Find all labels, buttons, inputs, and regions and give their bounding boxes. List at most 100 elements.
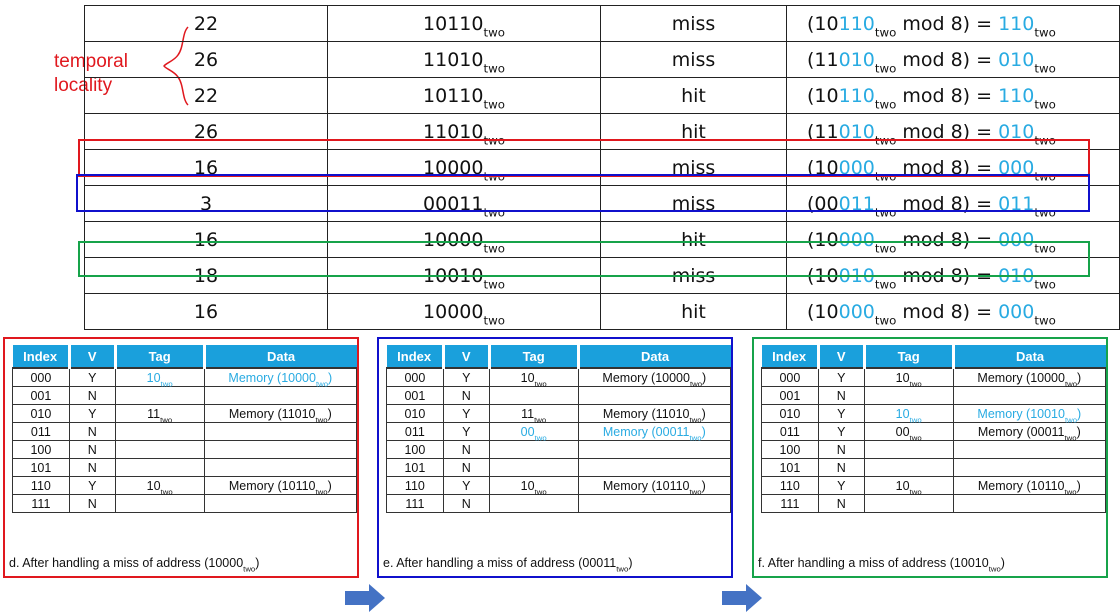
panel-caption: e. After handling a miss of address (000… [383,556,632,573]
subscript-two: two [874,276,897,291]
binary-value: 10110 [423,84,484,107]
index-cell: 111 [386,494,444,513]
cache-row: 101 N [386,458,732,477]
data-cell [952,386,1107,405]
data-cell [577,440,732,459]
cache-row: 011 N [12,422,358,441]
mod-expression: mod 8) = [896,300,999,323]
tag-cell [114,458,205,477]
index-cell: 000 [386,367,444,387]
data-cell [577,494,732,513]
valid-cell: N [817,440,865,459]
subscript-two: two [689,414,702,424]
subscript-two: two [909,432,922,442]
subscript-two: two [315,378,329,388]
tag-value: 10 [146,478,161,493]
index-cell: 101 [386,458,444,477]
valid-cell: N [68,458,116,477]
column-header: V [69,345,117,368]
column-header: V [443,345,491,368]
row-highlight-16-miss [78,139,1090,177]
index-cell: 010 [12,404,70,423]
index-cell: 100 [386,440,444,459]
cache-row: 001 N [12,386,358,405]
valid-cell: Y [817,367,865,387]
subscript-two: two [534,378,547,388]
valid-cell: Y [442,476,490,495]
index-cell: 000 [12,367,70,387]
tag-cell: 10two [863,367,954,387]
cache-row: 100 N [12,440,358,459]
cache-index: 110 [998,84,1035,107]
tag-cell: 10two [863,476,954,495]
tag-bits: 10 [814,300,839,323]
data-value: Memory (10110 [977,478,1065,493]
valid-cell: Y [68,404,116,423]
subscript-two: two [1064,432,1077,442]
subscript-two: two [534,486,547,496]
subscript-two: two [160,414,173,424]
hit-or-miss: miss [600,41,787,78]
valid-cell: N [442,494,490,513]
panel-caption: d. After handling a miss of address (100… [9,556,259,573]
data-value: Memory (10110 [228,478,316,493]
cache-row: 001 N [386,386,732,405]
cache-row: 000 Y 10two Memory (10000two) [761,367,1107,388]
valid-cell: Y [442,404,490,423]
subscript-two: two [534,414,547,424]
data-value: Memory (00011 [977,424,1065,439]
data-cell [577,386,732,405]
cache-row: 100 N [386,440,732,459]
data-cell: Memory (10000two) [577,367,732,387]
access-row: 22 10110two miss (10110two mod 8) = 110two [84,5,1120,42]
column-header: Tag [864,345,955,368]
hit-or-miss: hit [600,77,787,114]
valid-cell: N [817,386,865,405]
data-cell: Memory (00011two) [577,422,732,441]
valid-cell: Y [442,422,490,441]
access-row: 26 11010two miss (11010two mod 8) = 010two [84,41,1120,78]
tag-cell [863,440,954,459]
access-row: 16 10000two hit (10000two mod 8) = 000two [84,293,1120,330]
decimal-address: 26 [84,41,328,78]
tag-value: 10 [520,370,535,385]
cache-row: 011 Y 00two Memory (00011two) [761,422,1107,442]
mod-expression: mod 8) = [896,12,999,35]
subscript-two: two [1034,312,1056,327]
tag-value: 10 [146,370,161,385]
index-calculation: (11010two mod 8) = 010two [786,41,1120,78]
tag-value: 10 [520,478,535,493]
access-row: 22 10110two hit (10110two mod 8) = 110two [84,77,1120,114]
cache-row: 101 N [12,458,358,477]
valid-cell: Y [68,476,116,495]
cache-state-panel-d: Index V Tag Data 000 Y 10two Memory (10000two) 0… [3,337,359,578]
index-cell: 000 [761,367,819,387]
column-header: Data [953,345,1106,368]
tag-value: 10 [895,406,910,421]
data-value: Memory (11010 [228,406,316,421]
column-header: Data [578,345,731,368]
caption-text: f. After handling a miss of address (100… [758,556,989,570]
subscript-two: two [874,60,897,75]
mod-expression: mod 8) = [896,48,999,71]
hit-or-miss: hit [600,293,787,330]
data-value: Memory (10000 [228,370,316,385]
valid-cell: N [68,386,116,405]
hit-or-miss: miss [600,5,787,42]
cache-header-row: Index V Tag Data [12,345,357,368]
subscript-two: two [1064,378,1078,388]
valid-cell: N [442,386,490,405]
index-cell: 001 [386,386,444,405]
index-bits: 110 [838,84,875,107]
valid-cell: N [68,422,116,441]
tag-bits: 11 [814,48,839,71]
cache-row: 111 N [761,494,1107,513]
index-cell: 110 [12,476,70,495]
tag-cell [114,386,205,405]
index-cell: 110 [761,476,819,495]
cache-state-panel-e: Index V Tag Data 000 Y 10two Memory (10000two) 0… [377,337,733,578]
cache-row: 110 Y 10two Memory (10110two) [12,476,358,495]
column-header: Tag [489,345,580,368]
valid-cell: N [68,440,116,459]
data-cell: Memory (11010two) [203,404,358,423]
